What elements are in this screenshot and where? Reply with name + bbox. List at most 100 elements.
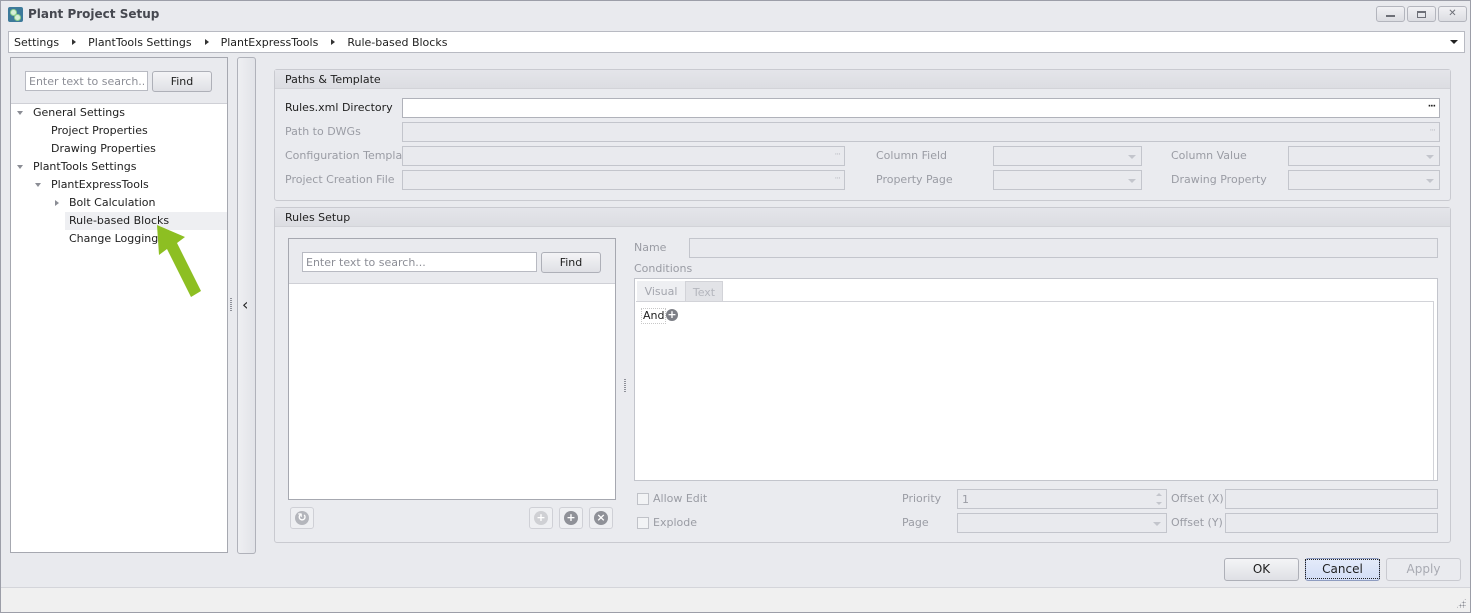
rules-setup-header: Rules Setup — [275, 208, 1450, 227]
and-operator[interactable]: And — [641, 308, 667, 324]
allow-edit-label: Allow Edit — [653, 492, 708, 505]
rules-search-bar: Find — [289, 239, 615, 284]
allow-edit-checkbox[interactable] — [637, 493, 649, 505]
annotation-arrow-icon — [157, 225, 201, 297]
tree-item-label: PlantExpressTools — [51, 178, 149, 191]
refresh-button[interactable]: ↻ — [290, 507, 314, 529]
browse-ellipsis-icon[interactable]: ··· — [834, 150, 841, 160]
maximize-icon — [1417, 11, 1426, 18]
tree-search-bar: Find — [11, 58, 227, 104]
tree-item-label: General Settings — [33, 106, 125, 119]
breadcrumb-dropdown-icon[interactable] — [1450, 40, 1458, 44]
offset-x-field[interactable] — [1225, 489, 1438, 509]
minimize-icon — [1386, 15, 1395, 17]
conditions-label: Conditions — [634, 262, 693, 275]
column-field-label: Column Field — [876, 149, 948, 162]
chevron-down-icon — [1426, 179, 1434, 183]
breadcrumb-item-rule-based-blocks[interactable]: Rule-based Blocks — [347, 36, 447, 49]
tree-item-project-properties[interactable]: Project Properties — [11, 122, 227, 140]
tree-item-label: PlantTools Settings — [33, 160, 137, 173]
priority-label: Priority — [902, 492, 942, 505]
resize-grip-icon[interactable] — [1456, 598, 1466, 608]
expand-icon[interactable] — [17, 111, 23, 115]
tree-item-general-settings[interactable]: General Settings — [11, 104, 227, 122]
add-rule-button[interactable]: + — [559, 507, 583, 529]
tree-item-planttools-settings[interactable]: PlantTools Settings — [11, 158, 227, 176]
property-page-label: Property Page — [876, 173, 953, 186]
rules-xml-directory-field[interactable]: ··· — [402, 98, 1440, 118]
delete-rule-button[interactable]: × — [589, 507, 613, 529]
close-button[interactable]: ✕ — [1438, 6, 1467, 22]
minimize-button[interactable] — [1376, 6, 1405, 22]
page-dropdown[interactable] — [957, 513, 1167, 533]
maximize-button[interactable] — [1407, 6, 1436, 22]
rules-list[interactable]: Find — [288, 238, 616, 500]
configuration-template-label: Configuration Template — [285, 149, 414, 162]
add-circle-icon: + — [564, 511, 578, 525]
breadcrumb-separator-icon[interactable] — [204, 39, 209, 45]
panel-splitter-grip[interactable] — [230, 298, 232, 312]
column-value-label: Column Value — [1171, 149, 1247, 162]
rules-xml-directory-label: Rules.xml Directory — [285, 101, 393, 114]
spin-up-icon[interactable] — [1156, 493, 1162, 496]
ok-button[interactable]: OK — [1224, 558, 1299, 581]
add-condition-icon[interactable]: + — [666, 309, 678, 321]
remove-circle-icon: × — [594, 511, 608, 525]
breadcrumb-item-plantexpresstools[interactable]: PlantExpressTools — [221, 36, 319, 49]
rules-find-button[interactable]: Find — [541, 252, 601, 273]
tree-item-drawing-properties[interactable]: Drawing Properties — [11, 140, 227, 158]
rule-name-field[interactable] — [689, 238, 1438, 258]
breadcrumb-item-planttools-settings[interactable]: PlantTools Settings — [88, 36, 191, 49]
collapse-sidebar-button[interactable]: ‹ — [237, 57, 256, 554]
priority-spinner[interactable]: 1 — [957, 489, 1167, 509]
add-circle-icon: + — [534, 511, 548, 525]
chevron-down-icon — [1128, 179, 1136, 183]
paths-template-header: Paths & Template — [275, 70, 1450, 89]
offset-y-label: Offset (Y) — [1171, 516, 1223, 529]
title-bar: Plant Project Setup ✕ — [1, 1, 1470, 29]
add-child-rule-button[interactable]: + — [529, 507, 553, 529]
tree-item-label: Drawing Properties — [51, 142, 156, 155]
configuration-template-field[interactable]: ··· — [402, 146, 845, 166]
page-label: Page — [902, 516, 929, 529]
path-to-dwgs-label: Path to DWGs — [285, 125, 361, 138]
breadcrumb-separator-icon[interactable] — [72, 39, 77, 45]
apply-button[interactable]: Apply — [1386, 558, 1461, 581]
rules-splitter-grip[interactable] — [624, 379, 626, 393]
expand-icon[interactable] — [17, 165, 23, 169]
tree-search-input[interactable] — [25, 71, 148, 91]
browse-ellipsis-icon[interactable]: ··· — [1428, 102, 1436, 112]
tab-text[interactable]: Text — [685, 281, 723, 302]
offset-y-field[interactable] — [1225, 513, 1438, 533]
chevron-down-icon — [1426, 155, 1434, 159]
project-creation-file-field[interactable]: ··· — [402, 170, 845, 190]
explode-checkbox[interactable] — [637, 517, 649, 529]
close-icon: ✕ — [1448, 8, 1457, 19]
column-value-dropdown[interactable] — [1288, 146, 1440, 166]
breadcrumb-separator-icon[interactable] — [331, 39, 336, 45]
breadcrumb-item-settings[interactable]: Settings — [14, 36, 59, 49]
collapse-icon[interactable] — [55, 200, 59, 206]
settings-tree-panel: Find General Settings Project Properties… — [10, 57, 228, 553]
browse-ellipsis-icon[interactable]: ··· — [834, 174, 841, 184]
spin-down-icon[interactable] — [1156, 502, 1162, 505]
tree-item-label: Bolt Calculation — [69, 196, 156, 209]
cancel-button[interactable]: Cancel — [1305, 558, 1380, 581]
tab-visual[interactable]: Visual — [637, 281, 685, 302]
tree-item-bolt-calculation[interactable]: Bolt Calculation — [11, 194, 227, 212]
chevron-down-icon — [1128, 155, 1136, 159]
tree-item-label: Change Logging — [69, 232, 159, 245]
app-icon — [8, 7, 23, 22]
expand-icon[interactable] — [35, 183, 41, 187]
rules-search-input[interactable] — [302, 252, 537, 272]
drawing-property-dropdown[interactable] — [1288, 170, 1440, 190]
browse-ellipsis-icon[interactable]: ··· — [1429, 126, 1436, 136]
tree-find-button[interactable]: Find — [152, 71, 212, 92]
tree-item-plantexpresstools[interactable]: PlantExpressTools — [11, 176, 227, 194]
cancel-label: Cancel — [1305, 559, 1380, 579]
conditions-editor: Visual Text And + — [634, 278, 1438, 481]
column-field-dropdown[interactable] — [993, 146, 1142, 166]
path-to-dwgs-field[interactable]: ··· — [402, 122, 1440, 142]
plant-project-setup-window: Plant Project Setup ✕ Settings PlantTool… — [0, 0, 1471, 613]
property-page-dropdown[interactable] — [993, 170, 1142, 190]
